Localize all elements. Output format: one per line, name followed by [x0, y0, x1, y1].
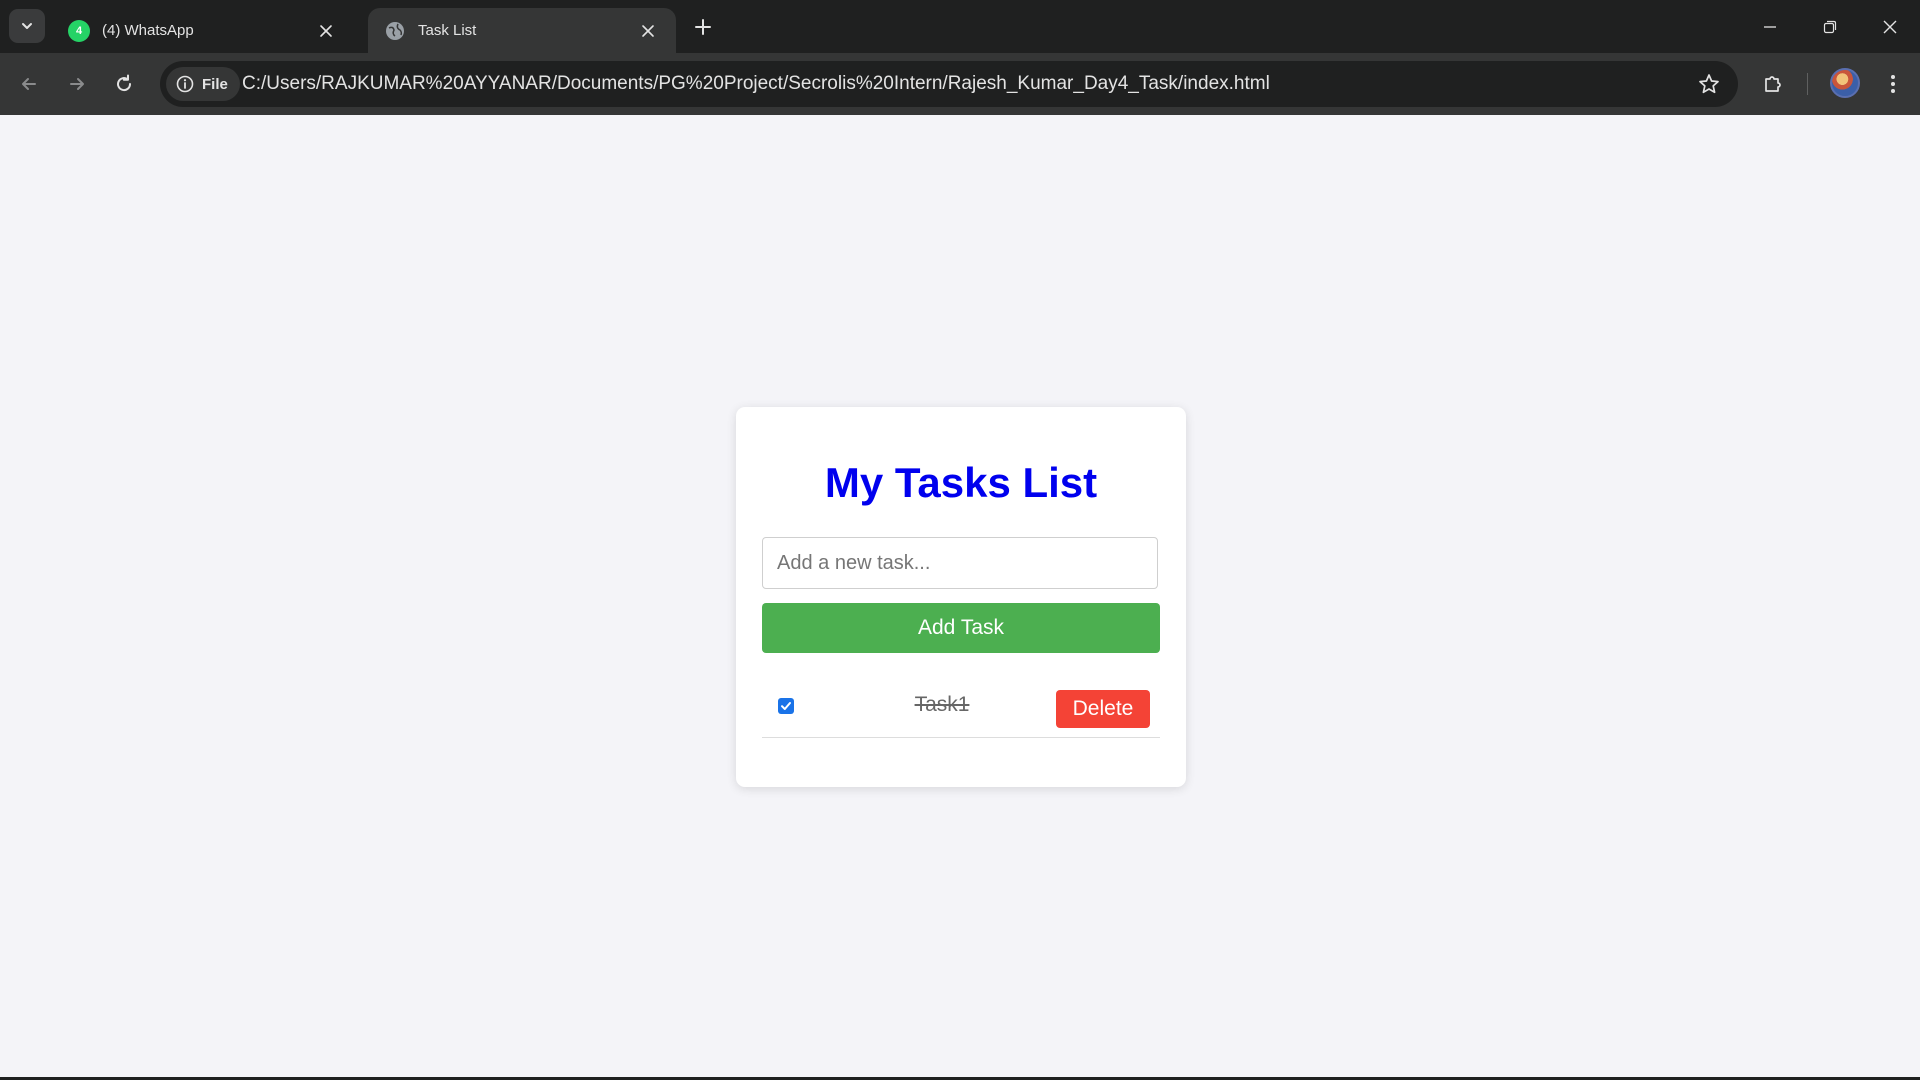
chevron-down-icon	[22, 23, 32, 29]
browser-tabstrip: 4 (4) WhatsApp Task List	[0, 0, 1920, 53]
new-tab-button[interactable]	[688, 12, 718, 42]
puzzle-icon	[1765, 76, 1781, 92]
site-info-chip[interactable]: File	[166, 67, 240, 101]
minimize-icon	[1764, 25, 1776, 28]
window-close-button[interactable]	[1860, 0, 1920, 53]
bookmark-button[interactable]	[1694, 69, 1724, 99]
browser-toolbar: File C:/Users/RAJKUMAR%20AYYANAR/Documen…	[0, 53, 1920, 115]
close-icon[interactable]	[316, 21, 336, 41]
close-icon	[1883, 20, 1897, 33]
back-button[interactable]	[12, 67, 46, 101]
delete-task-button[interactable]: Delete	[1056, 690, 1150, 728]
tab-task-list[interactable]: Task List	[368, 8, 676, 53]
close-icon[interactable]	[638, 21, 658, 41]
add-task-button[interactable]: Add Task	[762, 603, 1160, 653]
reload-button[interactable]	[107, 67, 141, 101]
tab-title: (4) WhatsApp	[102, 22, 194, 39]
whatsapp-badge: 4	[75, 24, 83, 37]
forward-button[interactable]	[60, 67, 94, 101]
whatsapp-icon: 4	[68, 19, 90, 42]
minimize-button[interactable]	[1740, 0, 1800, 53]
page-title: My Tasks List	[824, 459, 1098, 506]
site-chip-label: File	[202, 75, 228, 93]
globe-icon	[384, 20, 406, 42]
tab-search-button[interactable]	[9, 9, 45, 43]
address-bar[interactable]: File C:/Users/RAJKUMAR%20AYYANAR/Documen…	[160, 61, 1738, 107]
extensions-button[interactable]	[1756, 67, 1790, 101]
restore-icon	[1823, 20, 1837, 33]
task-text: Task1	[914, 693, 970, 716]
tab-whatsapp[interactable]: 4 (4) WhatsApp	[52, 8, 354, 53]
task-complete-checkbox[interactable]	[778, 698, 794, 714]
restore-button[interactable]	[1800, 0, 1860, 53]
menu-button[interactable]	[1876, 67, 1910, 101]
plus-icon	[695, 19, 711, 35]
star-icon	[1699, 74, 1719, 94]
kebab-menu-icon	[1891, 75, 1895, 93]
task-row: Task1 Delete	[762, 683, 1160, 738]
url-text: C:/Users/RAJKUMAR%20AYYANAR/Documents/PG…	[242, 73, 1270, 94]
info-icon	[176, 75, 194, 93]
arrow-left-icon	[22, 78, 36, 90]
new-task-input[interactable]	[762, 537, 1158, 589]
reload-icon	[117, 74, 132, 92]
profile-avatar[interactable]	[1830, 68, 1860, 98]
tab-title: Task List	[418, 22, 477, 39]
toolbar-divider	[1807, 73, 1808, 95]
checkmark-icon	[781, 702, 791, 710]
arrow-right-icon	[70, 78, 84, 90]
task-card: My Tasks List Add Task Task1 Delete	[736, 407, 1186, 787]
